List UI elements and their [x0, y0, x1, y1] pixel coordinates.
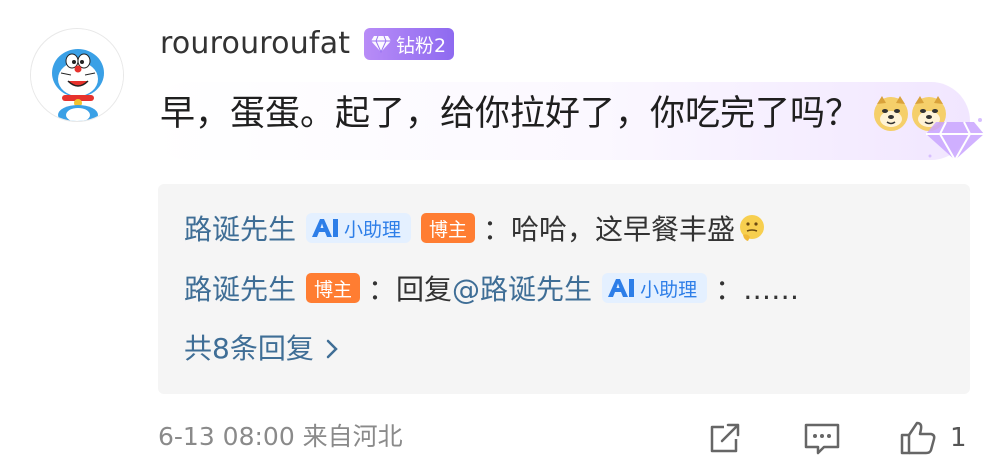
- share-icon: [710, 423, 740, 453]
- owner-tag: 博主: [306, 273, 361, 303]
- reply-item[interactable]: 路诞先生 博主 ：回复 @路诞先生 小助理 ：……: [184, 268, 799, 308]
- assistant-tag: 小助理: [306, 213, 412, 243]
- fan-level-label: 钻粉2: [396, 34, 447, 57]
- comment-card: rourouroufat 钻粉2 早，蛋蛋。起了，给你拉好了，你吃完了吗？ 路诞…: [0, 0, 1000, 459]
- reply-author[interactable]: 路诞先生: [184, 268, 296, 308]
- reply-text-prefix: ：回复: [368, 273, 453, 306]
- thumbs-up-icon: [900, 421, 936, 455]
- more-replies-label: 共8条回复: [184, 332, 314, 365]
- thinking-emoji-icon: [737, 213, 767, 243]
- like-count: 1: [950, 423, 967, 453]
- like-button[interactable]: 1: [898, 418, 967, 458]
- diamond-decoration-icon: [926, 118, 984, 163]
- doraemon-avatar-icon: [31, 29, 123, 121]
- doge-emoji-icon: [874, 96, 908, 131]
- more-replies-link[interactable]: 共8条回复: [184, 330, 340, 368]
- comment-meta: 6-13 08:00 来自河北: [158, 422, 403, 451]
- comment-text: 早，蛋蛋。起了，给你拉好了，你吃完了吗？: [160, 94, 861, 134]
- ai-logo-icon: [606, 277, 636, 299]
- ai-logo-icon: [310, 217, 340, 239]
- comment-button[interactable]: [802, 418, 842, 458]
- reply-text: ：哈哈，这早餐丰盛: [483, 213, 736, 246]
- mention-link[interactable]: @路诞先生: [452, 268, 592, 308]
- reply-text-suffix: ：……: [715, 273, 800, 306]
- assistant-tag-label: 小助理: [344, 218, 402, 241]
- avatar[interactable]: [30, 28, 124, 122]
- fan-level-badge[interactable]: 钻粉2: [364, 28, 455, 60]
- comment-icon: [804, 423, 840, 455]
- reply-item[interactable]: 路诞先生 小助理 博主 ：哈哈，这早餐丰盛: [184, 208, 767, 248]
- diamond-icon: [370, 35, 392, 53]
- assistant-tag: 小助理: [602, 273, 708, 303]
- assistant-tag-label: 小助理: [640, 278, 698, 301]
- share-button[interactable]: [706, 418, 744, 458]
- reply-author[interactable]: 路诞先生: [184, 208, 296, 248]
- username[interactable]: rourouroufat: [160, 24, 350, 64]
- owner-tag: 博主: [421, 213, 476, 243]
- chevron-right-icon: [326, 339, 338, 359]
